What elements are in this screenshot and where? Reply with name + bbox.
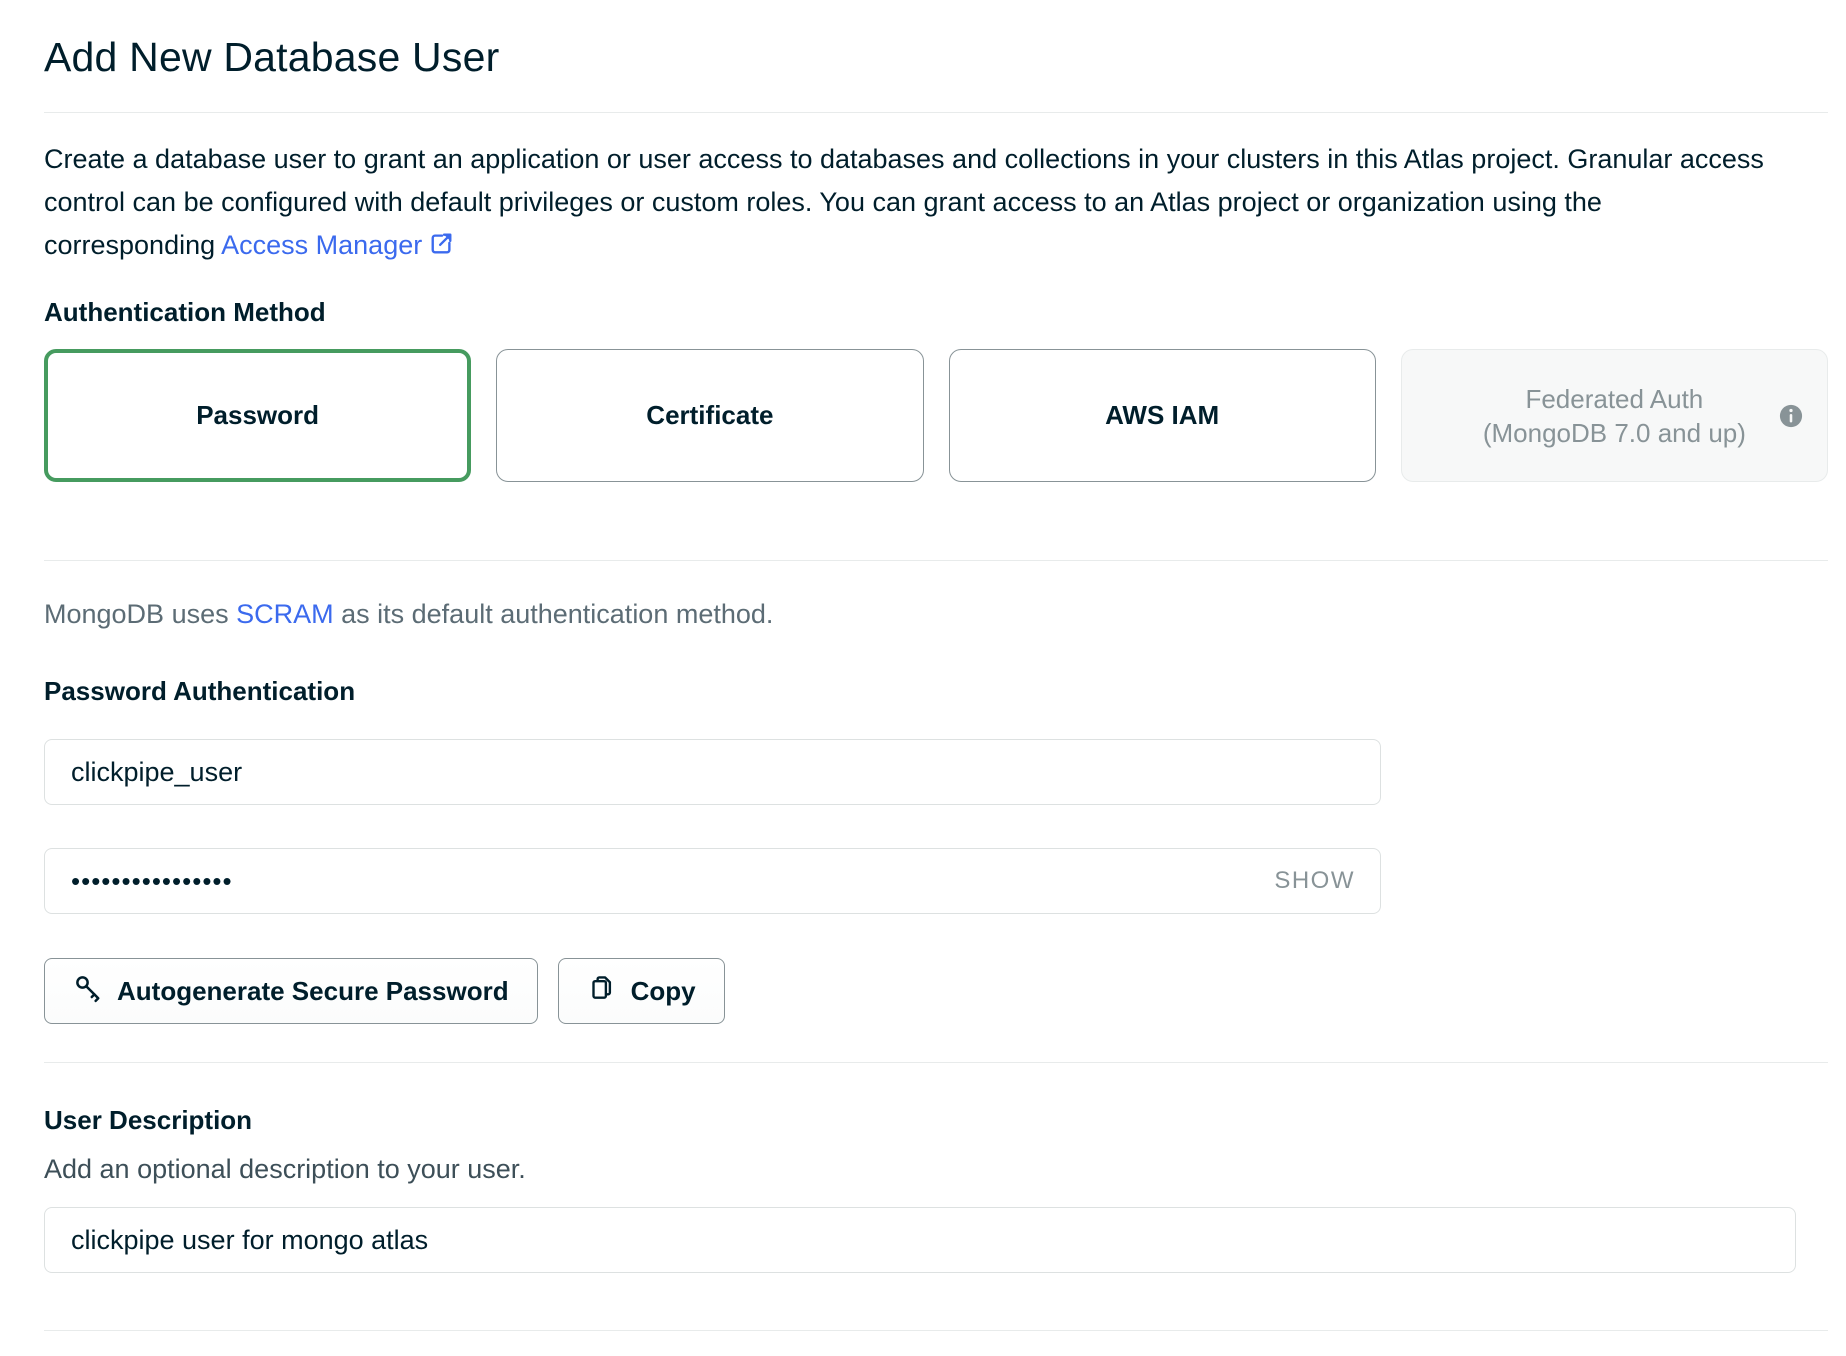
autogenerate-password-button[interactable]: Autogenerate Secure Password (44, 958, 538, 1024)
auth-option-aws-iam[interactable]: AWS IAM (949, 349, 1376, 482)
auth-option-certificate-label: Certificate (646, 400, 773, 431)
auth-option-federated-auth: Federated Auth (MongoDB 7.0 and up) (1401, 349, 1828, 482)
auth-option-certificate[interactable]: Certificate (496, 349, 923, 482)
password-field-wrapper: SHOW (44, 848, 1381, 914)
user-description-heading: User Description (44, 1105, 1828, 1136)
show-password-button[interactable]: SHOW (1274, 867, 1355, 895)
note-before: MongoDB uses (44, 599, 236, 629)
info-icon[interactable] (1777, 402, 1805, 430)
scram-link[interactable]: SCRAM (236, 599, 334, 629)
auth-option-federated-auth-label: Federated Auth (MongoDB 7.0 and up) (1483, 382, 1746, 450)
external-link-icon[interactable] (428, 227, 455, 254)
bottom-divider (44, 1330, 1828, 1331)
scram-note: MongoDB uses SCRAM as its default authen… (44, 599, 1828, 630)
username-input[interactable] (44, 739, 1381, 805)
note-after: as its default authentication method. (334, 599, 774, 629)
title-divider (44, 112, 1828, 113)
federated-auth-line2: (MongoDB 7.0 and up) (1483, 418, 1746, 448)
authentication-method-heading: Authentication Method (44, 297, 1828, 328)
user-description-input[interactable] (44, 1207, 1796, 1273)
add-database-user-panel: Add New Database User Create a database … (44, 34, 1828, 1331)
authentication-method-options: Password Certificate AWS IAM Federated A… (44, 349, 1828, 482)
federated-auth-line1: Federated Auth (1525, 384, 1703, 414)
copy-password-button[interactable]: Copy (558, 958, 725, 1024)
password-buttons-row: Autogenerate Secure Password Copy (44, 958, 1828, 1024)
cards-divider (44, 560, 1828, 561)
copy-icon (587, 973, 617, 1010)
password-authentication-heading: Password Authentication (44, 676, 1828, 707)
autogenerate-password-label: Autogenerate Secure Password (117, 976, 509, 1007)
auth-option-password[interactable]: Password (44, 349, 471, 482)
intro-paragraph: Create a database user to grant an appli… (44, 138, 1764, 267)
user-description-subtext: Add an optional description to your user… (44, 1154, 1828, 1185)
copy-button-label: Copy (631, 976, 696, 1007)
page-title: Add New Database User (44, 34, 1828, 81)
key-icon (73, 973, 103, 1010)
auth-option-aws-iam-label: AWS IAM (1105, 400, 1219, 431)
access-manager-link[interactable]: Access Manager (221, 230, 422, 260)
password-input[interactable] (44, 848, 1381, 914)
password-section-divider (44, 1062, 1828, 1063)
auth-option-password-label: Password (196, 400, 319, 431)
